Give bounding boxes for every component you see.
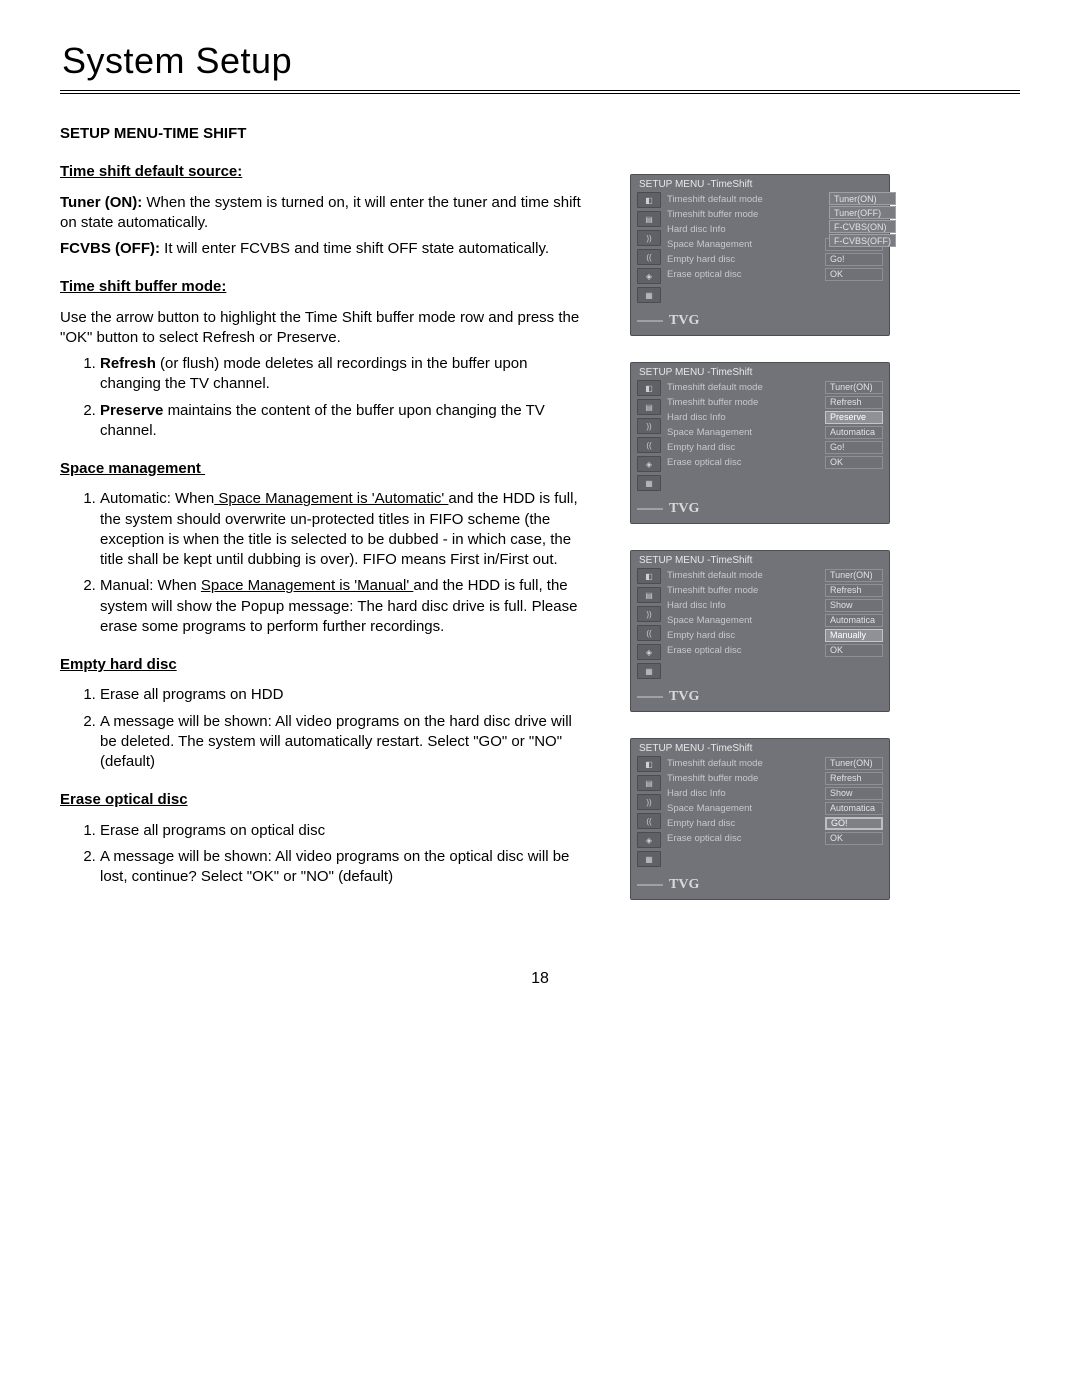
popup-option[interactable]: Tuner(OFF) — [829, 206, 896, 219]
item-space-auto: Automatic: When Space Management is 'Aut… — [100, 489, 590, 570]
menu-value[interactable]: Preserve — [825, 411, 883, 424]
menu-item[interactable]: Empty hard disc — [667, 818, 825, 829]
menu-item[interactable]: Timeshift buffer mode — [667, 397, 825, 408]
tvg-logo: TVG — [669, 877, 699, 893]
screenshot-title: SETUP MENU -TimeShift — [631, 739, 889, 756]
nav-icon: (( — [637, 249, 661, 265]
page-number: 18 — [60, 970, 1020, 988]
text-refresh: (or flush) mode deletes all recordings i… — [100, 355, 527, 392]
tvg-logo: TVG — [669, 313, 699, 329]
list-buffer-mode: Refresh (or flush) mode deletes all reco… — [60, 354, 590, 441]
nav-icon: )) — [637, 230, 661, 246]
menu-item[interactable]: Erase optical disc — [667, 833, 825, 844]
screenshot-2: SETUP MENU -TimeShift ◧▤))((◈▦ Timeshift… — [630, 362, 890, 524]
menu-value[interactable]: Tuner(ON) — [825, 757, 883, 770]
label-refresh: Refresh — [100, 355, 160, 372]
heading-erase: Erase optical disc — [60, 790, 590, 810]
list-erase: Erase all programs on optical disc A mes… — [60, 821, 590, 888]
list-empty: Erase all programs on HDD A message will… — [60, 685, 590, 772]
nav-icon: ◧ — [637, 192, 661, 208]
menu-item[interactable]: Hard disc Info — [667, 788, 825, 799]
menu-value[interactable]: Refresh — [825, 772, 883, 785]
label-tuner-on: Tuner (ON): — [60, 194, 146, 211]
menu-item[interactable]: Timeshift default mode — [667, 382, 825, 393]
title-rule — [60, 90, 1020, 94]
item-refresh: Refresh (or flush) mode deletes all reco… — [100, 354, 590, 395]
para-buffer-intro: Use the arrow button to highlight the Ti… — [60, 308, 590, 349]
nav-icon: ◈ — [637, 268, 661, 284]
menu-value[interactable]: Automatica — [825, 802, 883, 815]
heading-empty: Empty hard disc — [60, 655, 590, 675]
menu-item[interactable]: Space Management — [667, 427, 825, 438]
menu-item[interactable]: Space Management — [667, 239, 825, 250]
screenshot-icon-column: ◧ ▤ )) (( ◈ ▦ — [637, 192, 661, 303]
screenshot-title: SETUP MENU -TimeShift — [631, 363, 889, 380]
menu-item[interactable]: Empty hard disc — [667, 254, 825, 265]
menu-value[interactable]: Go! — [825, 441, 883, 454]
menu-value[interactable]: Show — [825, 599, 883, 612]
menu-item[interactable]: Erase optical disc — [667, 457, 825, 468]
screenshot-title: SETUP MENU -TimeShift — [631, 551, 889, 568]
nav-icon: ▤ — [637, 211, 661, 227]
heading-space: Space management — [60, 459, 590, 479]
text-preserve: maintains the content of the buffer upon… — [100, 402, 545, 439]
content-column: SETUP MENU-TIME SHIFT Time shift default… — [60, 124, 590, 893]
menu-value[interactable]: OK — [825, 832, 883, 845]
menu-value[interactable]: OK — [825, 644, 883, 657]
item-erase-1: Erase all programs on optical disc — [100, 821, 590, 841]
menu-value[interactable]: Manually — [825, 629, 883, 642]
item-erase-2: A message will be shown: All video progr… — [100, 847, 590, 888]
menu-value[interactable]: Automatica — [825, 426, 883, 439]
popup-option[interactable]: Tuner(ON) — [829, 192, 896, 205]
page-title: System Setup — [62, 40, 1020, 82]
menu-item[interactable]: Space Management — [667, 803, 825, 814]
menu-value[interactable]: Refresh — [825, 584, 883, 597]
menu-item[interactable]: Empty hard disc — [667, 442, 825, 453]
tvg-logo: TVG — [669, 689, 699, 705]
menu-item[interactable]: Hard disc Info — [667, 600, 825, 611]
menu-value[interactable]: Show — [825, 787, 883, 800]
item-preserve: Preserve maintains the content of the bu… — [100, 401, 590, 442]
list-space: Automatic: When Space Management is 'Aut… — [60, 489, 590, 637]
menu-item[interactable]: Empty hard disc — [667, 630, 825, 641]
menu-item[interactable]: Timeshift buffer mode — [667, 773, 825, 784]
menu-value[interactable]: OK — [825, 268, 883, 281]
label-fcvbs-off: FCVBS (OFF): — [60, 240, 164, 257]
menu-item[interactable]: Timeshift default mode — [667, 758, 825, 769]
screenshots-column: SETUP MENU -TimeShift ◧ ▤ )) (( ◈ ▦ Time… — [630, 124, 890, 900]
menu-value[interactable]: Tuner(ON) — [825, 381, 883, 394]
menu-item[interactable]: Erase optical disc — [667, 645, 825, 656]
para-fcvbs: FCVBS (OFF): It will enter FCVBS and tim… — [60, 239, 590, 259]
menu-item[interactable]: Timeshift buffer mode — [667, 585, 825, 596]
screenshot-3: SETUP MENU -TimeShift ◧▤))((◈▦ Timeshift… — [630, 550, 890, 712]
screenshot-title: SETUP MENU -TimeShift — [631, 175, 889, 192]
menu-value[interactable]: Refresh — [825, 396, 883, 409]
screenshot-4: SETUP MENU -TimeShift ◧▤))((◈▦ Timeshift… — [630, 738, 890, 900]
menu-value[interactable]: Go! — [825, 253, 883, 266]
menu-item[interactable]: Hard disc Info — [667, 412, 825, 423]
item-empty-1: Erase all programs on HDD — [100, 685, 590, 705]
menu-value[interactable]: Tuner(ON) — [825, 569, 883, 582]
menu-value[interactable]: GO! — [825, 817, 883, 830]
screenshot-1: SETUP MENU -TimeShift ◧ ▤ )) (( ◈ ▦ Time… — [630, 174, 890, 336]
heading-buffer-mode: Time shift buffer mode: — [60, 277, 590, 297]
popup-option[interactable]: F-CVBS(OFF) — [829, 234, 896, 247]
menu-value[interactable]: OK — [825, 456, 883, 469]
tvg-logo: TVG — [669, 501, 699, 517]
menu-item[interactable]: Timeshift default mode — [667, 570, 825, 581]
heading-default-source: Time shift default source: — [60, 162, 590, 182]
menu-item[interactable]: Space Management — [667, 615, 825, 626]
text-fcvbs-off: It will enter FCVBS and time shift OFF s… — [164, 240, 549, 257]
menu-item[interactable]: Erase optical disc — [667, 269, 825, 280]
section-title: SETUP MENU-TIME SHIFT — [60, 124, 590, 144]
para-tuner: Tuner (ON): When the system is turned on… — [60, 193, 590, 234]
menu-value[interactable]: Automatica — [825, 614, 883, 627]
popup-option[interactable]: F-CVBS(ON) — [829, 220, 896, 233]
item-space-manual: Manual: When Space Management is 'Manual… — [100, 576, 590, 637]
nav-icon: ▦ — [637, 287, 661, 303]
item-empty-2: A message will be shown: All video progr… — [100, 712, 590, 773]
label-preserve: Preserve — [100, 402, 168, 419]
